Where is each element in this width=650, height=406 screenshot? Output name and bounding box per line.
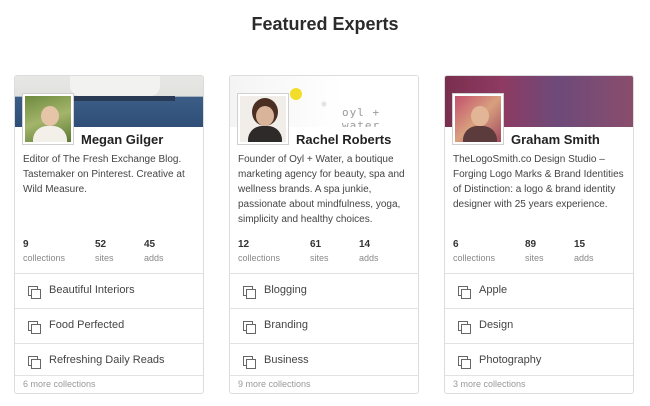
more-collections-link[interactable]: 9 more collections [230, 375, 418, 393]
expert-bio: TheLogoSmith.co Design Studio – Forging … [453, 154, 624, 210]
collection-icon [458, 321, 471, 334]
stat-collections: 12 collections [238, 239, 281, 263]
stats: 12 collections 61 sites 14 adds [238, 239, 414, 269]
collection-label: Blogging [264, 284, 307, 296]
expert-name[interactable]: Graham Smith [511, 132, 600, 147]
stat-sites: 52 sites [95, 239, 114, 263]
collection-icon [28, 286, 41, 299]
collection-label: Photography [479, 354, 542, 366]
collection-list: Beautiful Interiors Food Perfected Refre… [15, 273, 203, 378]
collection-item[interactable]: Beautiful Interiors [15, 273, 203, 308]
collection-label: Food Perfected [49, 319, 125, 331]
collection-label: Apple [479, 284, 508, 296]
stat-adds: 14 adds [359, 239, 379, 263]
avatar[interactable] [238, 94, 288, 144]
collection-icon [458, 286, 471, 299]
stat-adds: 15 adds [574, 239, 594, 263]
collection-item[interactable]: Design [445, 308, 633, 343]
collection-list: Blogging Branding Business [230, 273, 418, 378]
collection-label: Design [479, 319, 514, 331]
collection-item[interactable]: Business [230, 343, 418, 378]
avatar[interactable] [23, 94, 73, 144]
stat-sites: 61 sites [310, 239, 329, 263]
avatar[interactable] [453, 94, 503, 144]
stat-collections: 6 collections [453, 239, 496, 263]
expert-bio: Editor of The Fresh Exchange Blog. Taste… [23, 154, 185, 195]
collection-icon [28, 321, 41, 334]
collection-label: Branding [264, 319, 309, 331]
collection-icon [243, 321, 256, 334]
collection-item[interactable]: Food Perfected [15, 308, 203, 343]
expert-card: oyl + water Rachel Roberts Founder of Oy… [229, 75, 419, 394]
collection-item[interactable]: Apple [445, 273, 633, 308]
collection-label: Beautiful Interiors [49, 284, 135, 296]
more-collections-link[interactable]: 3 more collections [445, 375, 633, 393]
expert-card: Megan Gilger Editor of The Fresh Exchang… [14, 75, 204, 394]
collection-label: Refreshing Daily Reads [49, 354, 165, 366]
expert-name[interactable]: Megan Gilger [81, 132, 163, 147]
stats: 6 collections 89 sites 15 adds [453, 239, 629, 269]
expert-name[interactable]: Rachel Roberts [296, 132, 391, 147]
collection-item[interactable]: Branding [230, 308, 418, 343]
stat-collections: 9 collections [23, 239, 66, 263]
collection-list: Apple Design Photography [445, 273, 633, 378]
collection-label: Business [264, 354, 309, 366]
collection-item[interactable]: Refreshing Daily Reads [15, 343, 203, 378]
stat-adds: 45 adds [144, 239, 164, 263]
expert-bio: Founder of Oyl + Water, a boutique marke… [238, 154, 405, 225]
collection-icon [243, 356, 256, 369]
collection-item[interactable]: Blogging [230, 273, 418, 308]
collection-item[interactable]: Photography [445, 343, 633, 378]
collection-icon [243, 286, 256, 299]
stats: 9 collections 52 sites 45 adds [23, 239, 199, 269]
banner-brand-text: oyl + water [342, 106, 381, 127]
stat-sites: 89 sites [525, 239, 544, 263]
collection-icon [28, 356, 41, 369]
expert-card: Graham Smith TheLogoSmith.co Design Stud… [444, 75, 634, 394]
more-collections-link[interactable]: 6 more collections [15, 375, 203, 393]
page-title: Featured Experts [251, 14, 399, 34]
collection-icon [458, 356, 471, 369]
